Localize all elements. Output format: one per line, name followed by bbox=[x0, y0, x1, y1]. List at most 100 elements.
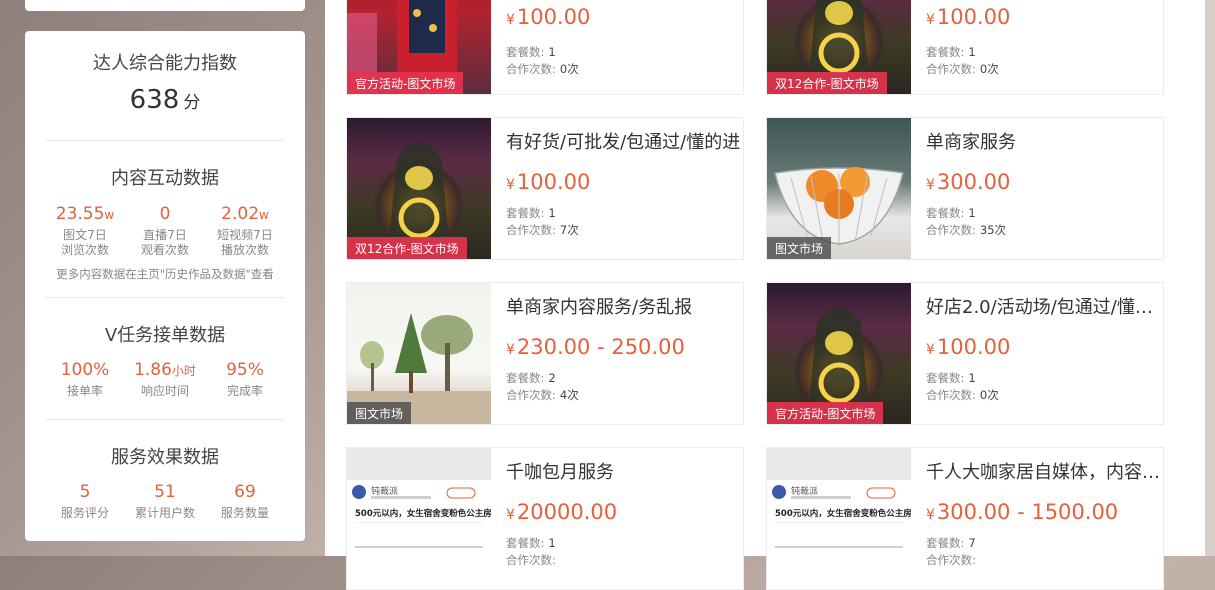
service-thumbnail[interactable]: 钝裁派 500元以内，女生宿舍变粉色公主房 bbox=[767, 448, 911, 589]
cooperation-count: 合作次数: 4次 bbox=[506, 388, 579, 402]
content-title: 内容互动数据 bbox=[111, 168, 219, 189]
vtask-stat-accept-rate: 100% 接单率 bbox=[45, 360, 125, 399]
currency-symbol: ¥ bbox=[506, 177, 515, 193]
preview-author: 钝裁派 bbox=[791, 487, 819, 497]
service-card[interactable]: 官方活动-图文市场 ¥100.00 套餐数: 1 合作次数: 0次 bbox=[346, 0, 744, 95]
ability-score-value: 638 bbox=[129, 85, 180, 115]
service-tag: 双12合作-图文市场 bbox=[347, 237, 467, 259]
vtask-stats: 100% 接单率 1.86小时 响应时间 95% 完成率 bbox=[45, 360, 285, 399]
price-value: 300.00 bbox=[936, 170, 1011, 194]
stat-value: 23.55 bbox=[55, 204, 105, 224]
stat-label: 响应时间 bbox=[140, 384, 189, 398]
package-count: 套餐数: 1 bbox=[926, 206, 976, 220]
currency-symbol: ¥ bbox=[926, 12, 935, 28]
stat-label: 服务数量 bbox=[220, 506, 269, 520]
service-title: 服务效果数据 bbox=[111, 447, 219, 468]
content-stat-graphic-views: 23.55w 图文7日 浏览次数 bbox=[45, 204, 125, 258]
service-thumbnail[interactable]: 钝裁派 500元以内，女生宿舍变粉色公主房 bbox=[347, 448, 491, 589]
stat-value: 0 bbox=[159, 204, 171, 224]
vtask-title: V任务接单数据 bbox=[104, 325, 226, 346]
service-title[interactable]: 千人大咖家居自媒体，内容精选 bbox=[926, 458, 1162, 484]
price-value: 230.00 - 250.00 bbox=[516, 335, 685, 359]
service-thumbnail[interactable]: 图文市场 bbox=[347, 283, 491, 424]
stat-value: 2.02 bbox=[221, 204, 260, 224]
cooperation-count: 合作次数: 7次 bbox=[506, 223, 579, 237]
cooperation-count: 合作次数: 0次 bbox=[926, 62, 999, 76]
stat-label: 完成率 bbox=[226, 384, 263, 398]
price-value: 100.00 bbox=[936, 335, 1011, 359]
currency-symbol: ¥ bbox=[506, 342, 515, 358]
content-section: 内容互动数据 23.55w 图文7日 浏览次数 0 直播7日 观看次数 2.02 w … bbox=[45, 164, 285, 282]
stat-unit: w bbox=[104, 208, 115, 222]
stat-label: 直播7日 观看次数 bbox=[140, 228, 189, 257]
stat-unit: 小时 bbox=[171, 364, 196, 378]
package-count: 套餐数: 1 bbox=[506, 45, 556, 59]
price-value: 100.00 bbox=[936, 5, 1011, 29]
service-title[interactable]: 有好货/可批发/包通过/懂的进 bbox=[506, 128, 742, 154]
vtask-section: V任务接单数据 100% 接单率 1.86小时 响应时间 95% 完成率 bbox=[45, 321, 285, 399]
currency-symbol: ¥ bbox=[926, 507, 935, 523]
service-section: 服务效果数据 5 服务评分 51 累计用户数 69 服务数量 bbox=[45, 443, 285, 521]
service-stat-users: 51 累计用户数 bbox=[125, 482, 205, 521]
service-thumbnail[interactable]: 双12合作-图文市场 bbox=[347, 118, 491, 259]
service-card[interactable]: 图文市场 单商家内容服务/务乱报 ¥230.00 - 250.00 套餐数: 2 … bbox=[346, 282, 744, 425]
service-thumbnail[interactable]: 双12合作-图文市场 bbox=[767, 0, 911, 94]
service-title[interactable]: 单商家内容服务/务乱报 bbox=[506, 293, 742, 319]
article-preview-image bbox=[347, 448, 491, 548]
service-card[interactable]: 双12合作-图文市场 有好货/可批发/包通过/懂的进 ¥100.00 套餐数: 1… bbox=[346, 117, 744, 260]
cooperation-count: 合作次数: 0次 bbox=[506, 62, 579, 76]
stat-label: 服务评分 bbox=[60, 506, 109, 520]
service-tag: 官方活动-图文市场 bbox=[347, 72, 464, 94]
service-card[interactable]: 钝裁派 500元以内，女生宿舍变粉色公主房 千咖包月服务 ¥20000.00 套… bbox=[346, 447, 744, 590]
package-count: 套餐数: 2 bbox=[506, 371, 556, 385]
service-price: ¥100.00 bbox=[506, 170, 590, 194]
divider bbox=[45, 419, 285, 420]
service-title[interactable]: 好店2.0/活动场/包通过/懂的进 bbox=[926, 293, 1162, 319]
cooperation-count: 合作次数: bbox=[506, 553, 556, 567]
vtask-stat-response-time: 1.86小时 响应时间 bbox=[125, 360, 205, 399]
divider bbox=[45, 140, 285, 141]
service-card[interactable]: 钝裁派 500元以内，女生宿舍变粉色公主房 千人大咖家居自媒体，内容精选 ¥30… bbox=[766, 447, 1164, 590]
preview-headline: 500元以内，女生宿舍变粉色公主房 bbox=[355, 509, 491, 519]
service-thumbnail[interactable]: 官方活动-图文市场 bbox=[767, 283, 911, 424]
service-tag: 图文市场 bbox=[347, 402, 412, 424]
service-card[interactable]: 官方活动-图文市场 好店2.0/活动场/包通过/懂的进 ¥100.00 套餐数:… bbox=[766, 282, 1164, 425]
service-tag: 双12合作-图文市场 bbox=[767, 72, 887, 94]
stat-value: 69 bbox=[234, 482, 256, 502]
stat-label: 短视频7日 播放次数 bbox=[217, 228, 273, 257]
stat-value: 5 bbox=[79, 482, 91, 502]
ability-title: 达人综合能力指数 bbox=[93, 53, 237, 74]
page-background-right bbox=[1205, 0, 1215, 556]
service-title[interactable]: 单商家服务 bbox=[926, 128, 1162, 154]
service-tag: 图文市场 bbox=[767, 237, 832, 259]
ability-score-unit: 分 bbox=[183, 93, 201, 113]
service-card[interactable]: 图文市场 单商家服务 ¥300.00 套餐数: 1 合作次数: 35次 bbox=[766, 117, 1164, 260]
service-thumbnail[interactable]: 官方活动-图文市场 bbox=[347, 0, 491, 94]
currency-symbol: ¥ bbox=[926, 177, 935, 193]
service-price: ¥100.00 bbox=[926, 335, 1010, 359]
stat-value: 1.86 bbox=[134, 360, 172, 380]
content-stats: 23.55w 图文7日 浏览次数 0 直播7日 观看次数 2.02 w 短视频7日 播放… bbox=[45, 204, 285, 258]
stat-label: 接单率 bbox=[66, 384, 103, 398]
currency-symbol: ¥ bbox=[926, 342, 935, 358]
service-price: ¥100.00 bbox=[926, 5, 1010, 29]
price-value: 100.00 bbox=[516, 170, 591, 194]
price-value: 20000.00 bbox=[516, 500, 618, 524]
service-title[interactable]: 千咖包月服务 bbox=[506, 458, 742, 484]
service-card[interactable]: 双12合作-图文市场 ¥100.00 套餐数: 1 合作次数: 0次 bbox=[766, 0, 1164, 95]
stat-value: 95% bbox=[226, 360, 264, 380]
package-count: 套餐数: 7 bbox=[926, 536, 976, 550]
package-count: 套餐数: 1 bbox=[926, 45, 976, 59]
stat-label: 图文7日 浏览次数 bbox=[60, 228, 109, 257]
service-thumbnail[interactable]: 图文市场 bbox=[767, 118, 911, 259]
vtask-stat-completion-rate: 95% 完成率 bbox=[205, 360, 285, 399]
service-price: ¥20000.00 bbox=[506, 500, 617, 524]
service-price: ¥230.00 - 250.00 bbox=[506, 335, 685, 359]
content-data-note: 更多内容数据在主页"历史作品及数据"查看 bbox=[56, 267, 274, 281]
package-count: 套餐数: 1 bbox=[506, 536, 556, 550]
service-tag: 官方活动-图文市场 bbox=[767, 402, 884, 424]
package-count: 套餐数: 1 bbox=[506, 206, 556, 220]
service-price: ¥100.00 bbox=[506, 5, 590, 29]
article-preview-image bbox=[767, 448, 911, 548]
currency-symbol: ¥ bbox=[506, 12, 515, 28]
